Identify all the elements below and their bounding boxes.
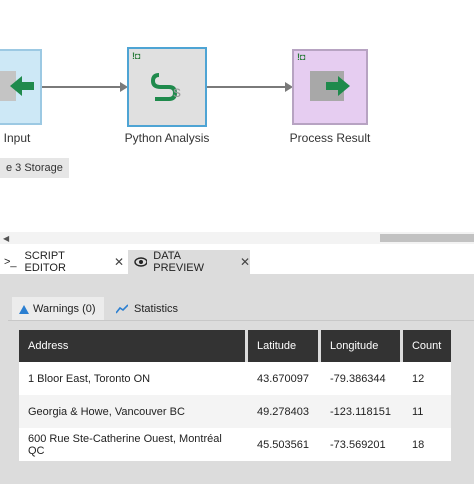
- close-icon[interactable]: ✕: [240, 255, 250, 269]
- cell-latitude[interactable]: 45.503561: [248, 428, 321, 461]
- cell-longitude[interactable]: -73.569201: [321, 428, 403, 461]
- chart-line-icon: [116, 304, 128, 314]
- node-python-analysis[interactable]: !◘ s: [127, 47, 207, 127]
- node-process-result-label: Process Result: [289, 131, 371, 145]
- subtab-warnings-label: Warnings (0): [33, 303, 96, 315]
- subtab-statistics[interactable]: Statistics: [116, 297, 196, 321]
- connector-input-python: [42, 86, 122, 88]
- tab-data-preview[interactable]: DATA PREVIEW ✕: [128, 250, 250, 274]
- tab-script-editor[interactable]: >_ SCRIPT EDITOR ✕: [4, 250, 124, 274]
- column-header-address[interactable]: Address: [19, 330, 248, 362]
- subtab-warnings[interactable]: Warnings (0): [12, 297, 104, 321]
- node-tooltip: e 3 Storage: [0, 158, 69, 178]
- column-header-count[interactable]: Count: [402, 330, 451, 362]
- scrollbar-thumb[interactable]: [380, 234, 474, 242]
- column-header-latitude[interactable]: Latitude: [248, 330, 321, 362]
- output-node-icon: [310, 71, 350, 101]
- close-icon[interactable]: ✕: [114, 255, 124, 269]
- table-header-row: Address Latitude Longitude Count: [19, 330, 451, 362]
- workflow-canvas[interactable]: Input !◘ s Python Analysis !◘ Process Re…: [0, 0, 474, 230]
- connector-python-result: [207, 86, 287, 88]
- node-input-label: Input: [3, 131, 31, 145]
- table-row[interactable]: 1 Bloor East, Toronto ON 43.670097 -79.3…: [19, 362, 451, 395]
- cell-longitude[interactable]: -79.386344: [321, 362, 403, 395]
- table-row[interactable]: 600 Rue Ste-Catherine Ouest, Montréal QC…: [19, 428, 451, 461]
- column-header-longitude[interactable]: Longitude: [321, 330, 403, 362]
- node-process-result[interactable]: !◘: [292, 49, 368, 125]
- cell-address[interactable]: Georgia & Howe, Vancouver BC: [19, 395, 248, 428]
- scroll-left-icon[interactable]: ◀: [3, 234, 9, 243]
- warning-triangle-icon: [19, 304, 29, 314]
- input-node-icon: [0, 71, 34, 101]
- terminal-icon: >_: [4, 256, 17, 268]
- cell-count[interactable]: 12: [402, 362, 451, 395]
- cell-count[interactable]: 18: [402, 428, 451, 461]
- data-preview-panel: Warnings (0) Statistics Address Latitude…: [0, 274, 474, 484]
- cell-latitude[interactable]: 43.670097: [248, 362, 321, 395]
- svg-text:s: s: [173, 84, 181, 101]
- cell-latitude[interactable]: 49.278403: [248, 395, 321, 428]
- cell-address[interactable]: 600 Rue Ste-Catherine Ouest, Montréal QC: [19, 428, 248, 461]
- bottom-tab-bar: >_ SCRIPT EDITOR ✕ DATA PREVIEW ✕: [0, 250, 474, 274]
- subtab-divider: [8, 320, 474, 321]
- tab-data-preview-label: DATA PREVIEW: [153, 250, 204, 274]
- cell-address[interactable]: 1 Bloor East, Toronto ON: [19, 362, 248, 395]
- node-input[interactable]: [0, 49, 42, 125]
- tab-script-editor-label: SCRIPT EDITOR: [24, 250, 66, 274]
- table-row[interactable]: Georgia & Howe, Vancouver BC 49.278403 -…: [19, 395, 451, 428]
- node-python-analysis-label: Python Analysis: [124, 131, 210, 145]
- eye-icon: [134, 257, 148, 267]
- subtab-statistics-label: Statistics: [134, 303, 179, 315]
- data-table: Address Latitude Longitude Count 1 Bloor…: [19, 330, 451, 461]
- python-icon: s: [150, 73, 181, 101]
- cell-count[interactable]: 11: [402, 395, 451, 428]
- horizontal-scrollbar[interactable]: ◀: [0, 232, 474, 244]
- cell-longitude[interactable]: -123.118151: [321, 395, 403, 428]
